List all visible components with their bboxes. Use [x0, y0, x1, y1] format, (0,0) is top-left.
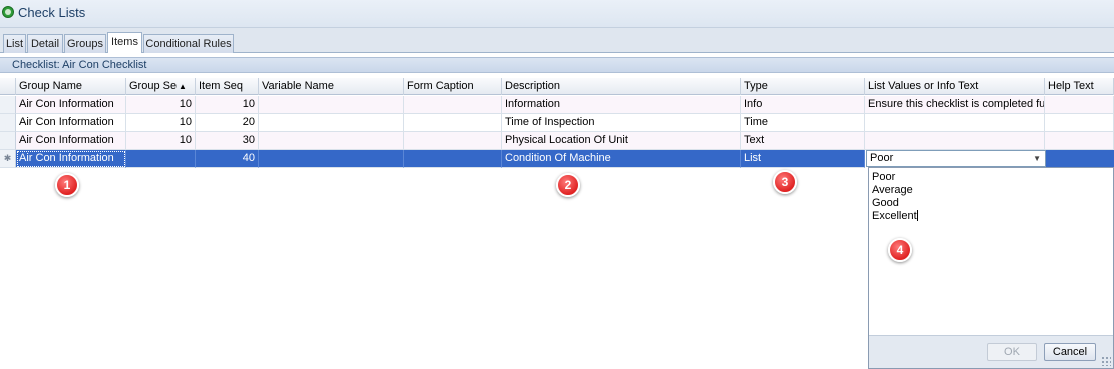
cell-group-name[interactable]: Air Con Information: [16, 132, 126, 150]
cell-group-name[interactable]: Air Con Information: [16, 150, 126, 168]
cell-help-text[interactable]: [1045, 114, 1114, 132]
cell-help-text[interactable]: [1045, 96, 1114, 114]
cell-form-caption[interactable]: [404, 114, 502, 132]
list-values-dropdown-value: Poor: [870, 152, 894, 164]
annotation-badge-3: 3: [773, 170, 797, 194]
ok-button[interactable]: OK: [987, 343, 1037, 361]
tab-strip: List Detail Groups Items Conditional Rul…: [0, 28, 1114, 53]
cell-list-values[interactable]: [865, 114, 1045, 132]
column-header-list-values[interactable]: List Values or Info Text: [865, 78, 1045, 95]
annotation-badge-4: 4: [888, 238, 912, 262]
cell-item-seq[interactable]: 30: [196, 132, 259, 150]
sort-ascending-icon: ▲: [179, 82, 187, 91]
cell-group-name[interactable]: Air Con Information: [16, 96, 126, 114]
cell-variable-name[interactable]: [259, 96, 404, 114]
cell-group-seq[interactable]: 10: [126, 96, 196, 114]
list-value-line: Good: [872, 197, 899, 209]
cell-type[interactable]: Info: [741, 96, 865, 114]
cell-group-name[interactable]: Air Con Information: [16, 114, 126, 132]
column-header-variable-name[interactable]: Variable Name: [259, 78, 404, 95]
column-header-help-text[interactable]: Help Text: [1045, 78, 1114, 95]
resize-grip-icon[interactable]: [1101, 356, 1111, 366]
cell-form-caption[interactable]: [404, 132, 502, 150]
cell-item-seq[interactable]: 40: [196, 150, 259, 168]
cell-group-seq[interactable]: 10: [126, 132, 196, 150]
eye-icon: [2, 6, 14, 18]
cell-type[interactable]: List: [741, 150, 865, 168]
column-header-item-seq[interactable]: Item Seq: [196, 78, 259, 95]
tab-groups[interactable]: Groups: [64, 34, 106, 53]
row-indicator-header: [0, 78, 16, 95]
cell-list-values[interactable]: Ensure this checklist is completed fully: [865, 96, 1045, 114]
cell-description[interactable]: Condition Of Machine: [502, 150, 741, 168]
column-header-form-caption[interactable]: Form Caption: [404, 78, 502, 95]
cell-group-seq[interactable]: 10: [126, 114, 196, 132]
tab-detail[interactable]: Detail: [27, 34, 63, 53]
cell-description[interactable]: Time of Inspection: [502, 114, 741, 132]
cell-item-seq[interactable]: 20: [196, 114, 259, 132]
cell-form-caption[interactable]: [404, 150, 502, 168]
list-value-line-last: Excellent: [872, 210, 918, 223]
cell-variable-name[interactable]: [259, 132, 404, 150]
row-indicator[interactable]: [0, 96, 16, 114]
cell-type[interactable]: Text: [741, 132, 865, 150]
table-row[interactable]: Air Con Information 10 20 Time of Inspec…: [0, 114, 1114, 132]
cell-description[interactable]: Physical Location Of Unit: [502, 132, 741, 150]
popup-footer: OK Cancel: [869, 335, 1113, 368]
list-values-textarea[interactable]: Poor Average Good Excellent: [872, 171, 918, 223]
grid-header: Group Name Group Seq▲ Item Seq Variable …: [0, 78, 1114, 95]
cell-variable-name[interactable]: [259, 150, 404, 168]
list-value-line-text: Excellent: [872, 210, 917, 222]
tab-list[interactable]: List: [3, 34, 26, 53]
checklist-header: Checklist: Air Con Checklist: [0, 57, 1114, 73]
row-indicator[interactable]: [0, 114, 16, 132]
cell-item-seq[interactable]: 10: [196, 96, 259, 114]
table-row[interactable]: Air Con Information 10 30 Physical Locat…: [0, 132, 1114, 150]
cell-description[interactable]: Information: [502, 96, 741, 114]
cell-help-text[interactable]: [1045, 132, 1114, 150]
list-values-popup-editor[interactable]: Poor Average Good Excellent OK Cancel: [868, 167, 1114, 369]
annotation-badge-2: 2: [556, 173, 580, 197]
cell-list-values[interactable]: [865, 132, 1045, 150]
list-value-line: Poor: [872, 171, 896, 183]
column-header-group-seq-label: Group Seq: [129, 80, 177, 92]
window-title-bar: Check Lists: [0, 0, 1114, 28]
cell-variable-name[interactable]: [259, 114, 404, 132]
new-row-indicator-icon[interactable]: ✱: [0, 150, 16, 168]
cell-group-seq[interactable]: [126, 150, 196, 168]
cell-help-text-selected[interactable]: [1046, 150, 1114, 167]
row-indicator[interactable]: [0, 132, 16, 150]
cancel-button[interactable]: Cancel: [1044, 343, 1096, 361]
annotation-badge-1: 1: [55, 173, 79, 197]
list-values-dropdown[interactable]: Poor ▼: [866, 150, 1046, 167]
table-row[interactable]: Air Con Information 10 10 Information In…: [0, 96, 1114, 114]
tab-conditional-rules[interactable]: Conditional Rules: [143, 34, 234, 53]
text-caret: [916, 210, 918, 221]
list-value-line: Average: [872, 184, 913, 196]
cell-type[interactable]: Time: [741, 114, 865, 132]
column-header-type[interactable]: Type: [741, 78, 865, 95]
chevron-down-icon[interactable]: ▼: [1033, 151, 1041, 166]
column-header-description[interactable]: Description: [502, 78, 741, 95]
tab-items[interactable]: Items: [107, 32, 142, 53]
column-header-group-name[interactable]: Group Name: [16, 78, 126, 95]
cell-form-caption[interactable]: [404, 96, 502, 114]
window-title: Check Lists: [18, 5, 86, 20]
column-header-group-seq[interactable]: Group Seq▲: [126, 78, 196, 95]
